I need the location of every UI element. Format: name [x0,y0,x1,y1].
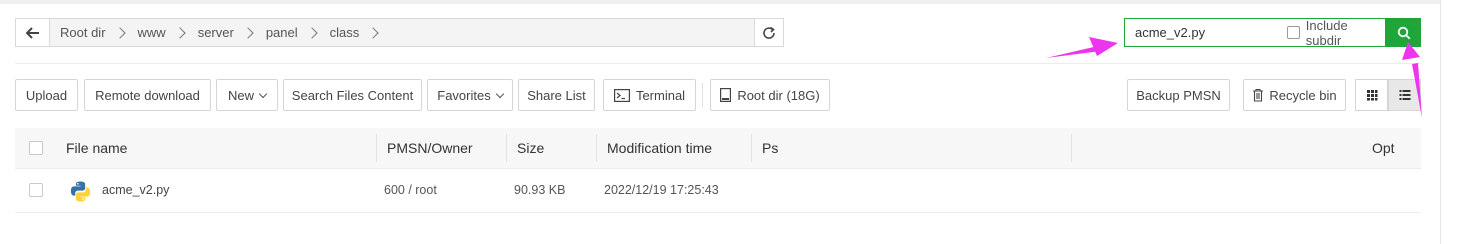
list-view-icon [1399,90,1410,100]
grid-view-icon [1366,90,1377,101]
grid-view-button[interactable] [1355,79,1388,111]
select-all-checkbox[interactable] [29,141,43,155]
table-row[interactable]: acme_v2.py 600 / root 90.93 KB 2022/12/1… [15,169,1421,213]
column-header-opt: Opt [1372,140,1395,156]
column-divider [596,134,597,162]
file-pmsn-owner[interactable]: 600 / root [384,169,437,212]
divider [15,63,1421,64]
search-files-content-label: Search Files Content [291,87,414,103]
breadcrumb-item-www[interactable]: www [138,25,174,40]
search-icon [1397,26,1410,39]
top-border [0,0,1440,4]
favorites-label: Favorites [437,87,491,103]
column-header-size[interactable]: Size [517,128,544,168]
chevron-right-icon [242,26,254,39]
backup-pmsn-button[interactable]: Backup PMSN [1127,79,1230,111]
terminal-icon [613,88,630,102]
column-header-modification-time[interactable]: Modification time [607,128,712,168]
chevron-down-icon [495,89,504,98]
root-dir-button[interactable]: Root dir (18G) [710,79,830,111]
recycle-bin-button[interactable]: Recycle bin [1243,79,1346,111]
arrow-left-icon [25,26,39,39]
refresh-icon [763,26,775,39]
column-divider [1071,134,1072,162]
back-button[interactable] [16,19,50,46]
include-subdir-checkbox[interactable] [1287,26,1300,39]
python-file-icon [70,181,91,202]
search-input[interactable] [1133,24,1277,41]
file-modification-time: 2022/12/19 17:25:43 [604,183,719,197]
search-files-content-button[interactable]: Search Files Content [283,79,422,111]
row-checkbox[interactable] [29,183,43,197]
chevron-right-icon [113,26,126,39]
include-subdir-label: Include subdir [1305,17,1348,48]
share-list-button[interactable]: Share List [518,79,595,111]
file-size: 90.93 KB [514,183,566,197]
breadcrumb-item-server[interactable]: server [198,25,242,40]
chevron-down-icon [258,89,268,98]
new-label: New [227,87,254,103]
chevron-right-icon [367,26,379,39]
file-table-header: File name PMSN/Owner Size Modification t… [15,128,1421,169]
trash-icon [1253,88,1264,102]
favorites-dropdown-button[interactable]: Favorites [427,79,513,111]
terminal-label: Terminal [635,87,686,103]
column-divider [376,134,377,162]
chevron-right-icon [305,26,318,39]
path-bar: Root dir www server panel class [15,18,784,47]
hard-disk-icon [720,88,732,102]
search-group: Include subdir [1124,18,1421,48]
refresh-button[interactable] [755,19,783,46]
search-box: Include subdir [1124,18,1386,48]
share-list-label: Share List [527,87,586,103]
breadcrumb-item-class[interactable]: class [330,25,368,40]
breadcrumb: Root dir www server panel class [50,19,755,46]
breadcrumb-item-root[interactable]: Root dir [60,25,114,40]
annotation-arrow-to-search-input [1046,37,1118,58]
column-header-ps: Ps [762,140,779,156]
column-header-file-name[interactable]: File name [66,128,127,168]
list-view-button[interactable] [1388,79,1421,111]
chevron-right-icon [174,26,186,39]
breadcrumb-item-panel[interactable]: panel [266,25,306,40]
column-divider [506,134,507,162]
column-header-pmsn-owner[interactable]: PMSN/Owner [387,128,473,168]
remote-download-button[interactable]: Remote download [84,79,211,111]
view-toggle-group [1355,79,1421,111]
recycle-bin-label: Recycle bin [1269,87,1337,103]
include-subdir-toggle[interactable]: Include subdir [1287,18,1385,48]
new-dropdown-button[interactable]: New [216,79,278,111]
file-name-link[interactable]: acme_v2.py [102,169,169,212]
remote-download-label: Remote download [95,87,200,103]
root-dir-label: Root dir (18G) [737,87,820,103]
upload-button-label: Upload [25,87,68,103]
column-divider [751,134,752,162]
search-button[interactable] [1386,18,1421,47]
terminal-button[interactable]: Terminal [603,79,696,111]
toolbar-separator [702,83,703,107]
page-scrollbar-gutter [1440,0,1460,244]
upload-button[interactable]: Upload [15,79,78,111]
backup-pmsn-label: Backup PMSN [1136,87,1221,103]
